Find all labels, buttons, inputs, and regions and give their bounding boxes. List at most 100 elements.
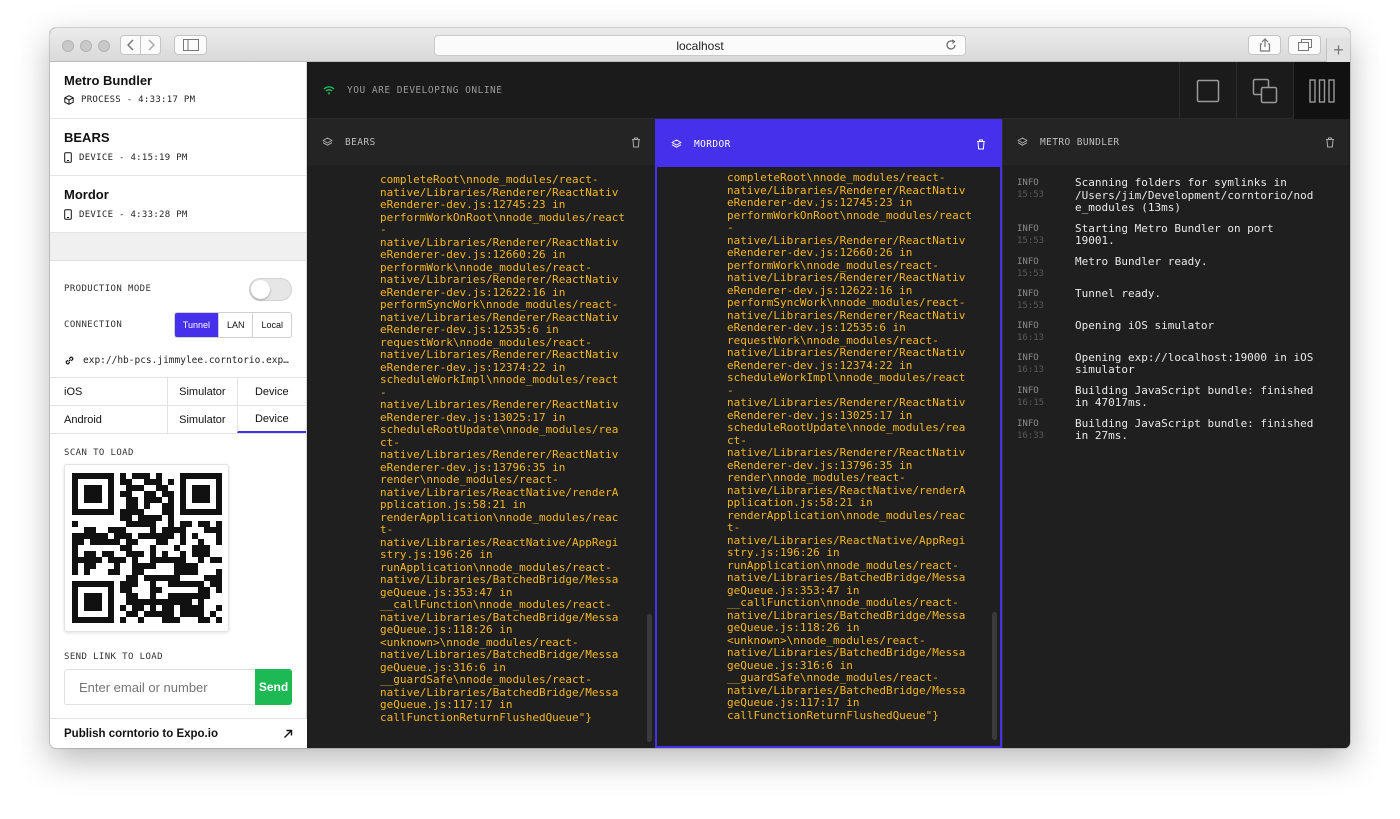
send-link-label: SEND LINK TO LOAD: [64, 652, 163, 662]
android-device-button[interactable]: Device: [236, 406, 307, 433]
close-window-button[interactable]: [62, 40, 74, 52]
log-level: INFO 16:13: [1017, 320, 1075, 344]
connection-local-button[interactable]: Local: [252, 313, 291, 337]
new-tab-button[interactable]: +: [1326, 38, 1350, 62]
layout-single-button[interactable]: [1179, 62, 1236, 119]
log-message: Opening iOS simulator: [1075, 318, 1215, 332]
link-icon: [65, 356, 74, 364]
log-level-text: INFO: [1017, 288, 1039, 299]
log-level-text: INFO: [1017, 418, 1039, 429]
scan-to-load-label: SCAN TO LOAD: [64, 448, 134, 458]
cube-icon: [64, 95, 74, 105]
address-bar[interactable]: localhost: [434, 35, 966, 56]
exp-url-row[interactable]: exp://hb-pcs.jimmylee.corntorio.exp…: [50, 343, 306, 377]
tabs-icon: [1297, 39, 1312, 51]
phone-icon: [64, 152, 72, 163]
log-time: 16:33: [1017, 430, 1045, 441]
platform-name: iOS: [64, 385, 83, 398]
sidebar-divider: [50, 233, 306, 261]
log-column-mordor: MORDOR completeRoot\nnode_modules/react-…: [655, 119, 1002, 748]
metro-log-list: INFO 15:53 Scanning folders for symlinks i…: [1003, 176, 1349, 451]
sidebar-toggle-button[interactable]: [174, 35, 207, 55]
log-level-text: INFO: [1017, 223, 1039, 234]
log-columns: BEARS completeRoot\nnode_modules/react- …: [308, 119, 1350, 748]
log-level: INFO 15:53: [1017, 288, 1075, 312]
main-panel: YOU ARE DEVELOPING ONLINE BEARS complete…: [308, 62, 1350, 748]
device-name: BEARS: [64, 130, 110, 145]
log-message: Opening exp://localhost:19000 in iOS sim…: [1075, 350, 1314, 376]
log-time: 15:53: [1017, 268, 1045, 279]
device-item-bears[interactable]: BEARS DEVICE - 4:15:19 PM: [50, 119, 306, 176]
log-level: INFO 16:13: [1017, 352, 1075, 377]
android-simulator-button[interactable]: Simulator: [167, 406, 236, 433]
device-name: Mordor: [64, 187, 109, 202]
trash-icon[interactable]: [631, 137, 641, 148]
arrow-up-right-icon: [284, 729, 293, 738]
stacked-squares-icon: [1252, 78, 1278, 103]
log-column-metro-bundler: METRO BUNDLER INFO 15:53 Scanning folders …: [1002, 119, 1349, 748]
log-scrollbar[interactable]: [647, 614, 652, 742]
log-scrollbar[interactable]: [992, 612, 997, 740]
device-meta: PROCESS - 4:33:17 PM: [64, 95, 292, 105]
send-link-input[interactable]: [64, 669, 255, 705]
column-header: MORDOR: [657, 121, 1000, 167]
minimize-window-button[interactable]: [80, 40, 92, 52]
forward-button[interactable]: [140, 35, 161, 55]
connection-tunnel-button[interactable]: Tunnel: [174, 313, 218, 337]
device-item-metro-bundler[interactable]: Metro Bundler PROCESS - 4:33:17 PM: [50, 62, 306, 119]
address-text: localhost: [676, 38, 724, 53]
log-level-text: INFO: [1017, 178, 1039, 188]
ios-device-button[interactable]: Device: [236, 378, 306, 405]
reload-icon[interactable]: [945, 39, 957, 51]
column-title-group: BEARS: [322, 137, 376, 148]
production-mode-toggle[interactable]: [249, 277, 292, 301]
tabs-overview-button[interactable]: [1288, 35, 1321, 55]
log-entry: INFO 16:15 Building JavaScript bundle: fin…: [1003, 383, 1349, 410]
log-message: Building JavaScript bundle: finished in …: [1075, 383, 1314, 409]
share-button[interactable]: [1248, 35, 1281, 55]
layout-stacked-button[interactable]: [1236, 62, 1293, 119]
log-text: completeRoot\nnode_modules/react- native…: [727, 171, 973, 722]
layout-switcher: [1179, 62, 1350, 119]
log-message: Metro Bundler ready.: [1075, 254, 1208, 268]
log-entry: INFO 16:13 Opening iOS simulator: [1003, 318, 1349, 344]
log-message: Building JavaScript bundle: finished in …: [1075, 416, 1314, 442]
column-title: BEARS: [345, 136, 376, 148]
log-time: 15:53: [1017, 300, 1045, 311]
log-time: 16:13: [1017, 332, 1045, 343]
log-time: 16:13: [1017, 364, 1045, 375]
log-level: INFO 16:15: [1017, 385, 1075, 410]
trash-icon[interactable]: [976, 139, 986, 150]
log-entry: INFO 15:53 Starting Metro Bundler on port …: [1003, 222, 1349, 248]
column-title-group: METRO BUNDLER: [1017, 137, 1120, 148]
log-level: INFO 15:53: [1017, 177, 1075, 215]
layers-icon: [322, 137, 333, 146]
device-name: Metro Bundler: [64, 73, 153, 88]
production-mode-row: PRODUCTION MODE: [50, 271, 306, 307]
sidebar-icon: [182, 39, 199, 51]
log-column-bears: BEARS completeRoot\nnode_modules/react- …: [308, 119, 655, 748]
log-entry: INFO 15:53 Tunnel ready.: [1003, 287, 1349, 312]
wifi-icon: [323, 86, 335, 95]
publish-button[interactable]: Publish corntorio to Expo.io: [50, 718, 307, 748]
columns-icon: [1309, 78, 1335, 103]
device-meta: DEVICE - 4:15:19 PM: [64, 152, 292, 163]
connection-lan-button[interactable]: LAN: [217, 313, 253, 337]
zoom-window-button[interactable]: [98, 40, 110, 52]
column-title: MORDOR: [694, 138, 731, 150]
layout-columns-button[interactable]: [1293, 62, 1350, 119]
log-message: Scanning folders for symlinks in /Users/…: [1075, 176, 1314, 214]
log-text: completeRoot\nnode_modules/react- native…: [380, 173, 626, 724]
log-body: completeRoot\nnode_modules/react- native…: [308, 165, 655, 748]
back-button[interactable]: [120, 35, 141, 55]
toggle-knob: [251, 279, 270, 299]
ios-simulator-button[interactable]: Simulator: [167, 378, 236, 405]
trash-icon[interactable]: [1325, 137, 1335, 148]
exp-url-text: exp://hb-pcs.jimmylee.corntorio.exp…: [83, 354, 289, 366]
send-button[interactable]: Send: [255, 669, 292, 705]
column-title: METRO BUNDLER: [1040, 136, 1120, 148]
device-meta: DEVICE - 4:33:28 PM: [64, 209, 292, 220]
device-item-mordor[interactable]: Mordor DEVICE - 4:33:28 PM: [50, 176, 306, 233]
phone-icon: [64, 209, 72, 220]
layers-icon: [1017, 137, 1028, 146]
